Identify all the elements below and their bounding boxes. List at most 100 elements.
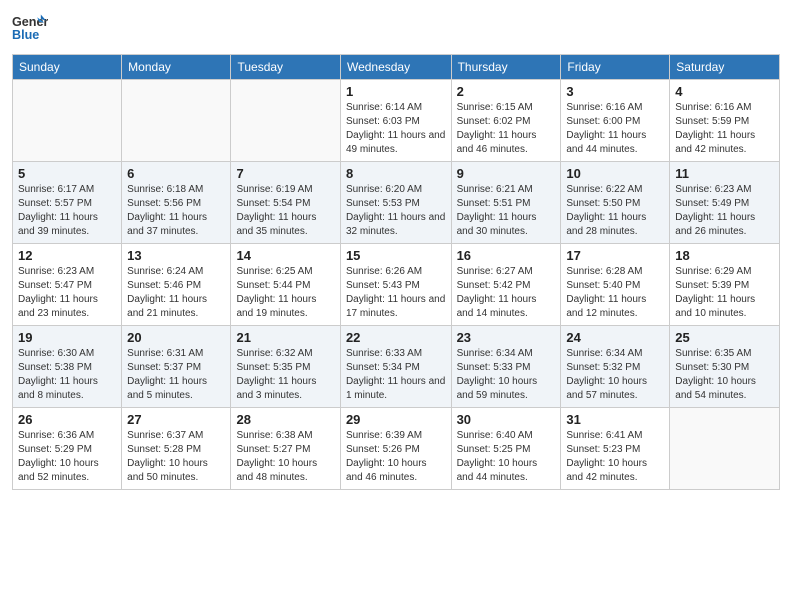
day-number: 24: [566, 330, 664, 345]
calendar-cell: [231, 80, 340, 162]
weekday-header-thursday: Thursday: [451, 55, 561, 80]
page-header: General Blue: [12, 10, 780, 46]
calendar-cell: [122, 80, 231, 162]
day-number: 23: [457, 330, 556, 345]
day-info: Sunrise: 6:27 AMSunset: 5:42 PMDaylight:…: [457, 265, 556, 321]
calendar-cell: 4 Sunrise: 6:16 AMSunset: 5:59 PMDaylight…: [670, 80, 780, 162]
calendar-cell: 19Sunrise: 6:30 AMSunset: 5:38 PMDayligh…: [13, 326, 122, 408]
day-info: Sunrise: 6:36 AMSunset: 5:29 PMDaylight:…: [18, 429, 116, 485]
weekday-header-monday: Monday: [122, 55, 231, 80]
calendar-cell: 14Sunrise: 6:25 AMSunset: 5:44 PMDayligh…: [231, 244, 340, 326]
calendar-cell: 25Sunrise: 6:35 AMSunset: 5:30 PMDayligh…: [670, 326, 780, 408]
logo-icon: General Blue: [12, 10, 48, 46]
calendar-cell: 1 Sunrise: 6:14 AMSunset: 6:03 PMDaylight…: [340, 80, 451, 162]
calendar-cell: 12 Sunrise: 6:23 AMSunset: 5:47 PMDayligh…: [13, 244, 122, 326]
day-info: Sunrise: 6:24 AMSunset: 5:46 PMDaylight:…: [127, 265, 225, 321]
day-number: 10: [566, 166, 664, 181]
day-number: 16: [457, 248, 556, 263]
calendar-cell: 26Sunrise: 6:36 AMSunset: 5:29 PMDayligh…: [13, 408, 122, 490]
day-info: Sunrise: 6:23 AMSunset: 5:49 PMDaylight:…: [675, 183, 774, 239]
calendar-cell: [670, 408, 780, 490]
calendar-cell: 7 Sunrise: 6:19 AMSunset: 5:54 PMDaylight…: [231, 162, 340, 244]
calendar-cell: 21 Sunrise: 6:32 AMSunset: 5:35 PMDayligh…: [231, 326, 340, 408]
day-number: 27: [127, 412, 225, 427]
day-info: Sunrise: 6:19 AMSunset: 5:54 PMDaylight:…: [236, 183, 334, 239]
day-number: 25: [675, 330, 774, 345]
calendar-cell: 17 Sunrise: 6:28 AMSunset: 5:40 PMDayligh…: [561, 244, 670, 326]
calendar-cell: 11 Sunrise: 6:23 AMSunset: 5:49 PMDayligh…: [670, 162, 780, 244]
calendar-cell: 9 Sunrise: 6:21 AMSunset: 5:51 PMDaylight…: [451, 162, 561, 244]
day-info: Sunrise: 6:32 AMSunset: 5:35 PMDaylight:…: [236, 347, 334, 403]
calendar-cell: 22Sunrise: 6:33 AMSunset: 5:34 PMDayligh…: [340, 326, 451, 408]
day-info: Sunrise: 6:17 AMSunset: 5:57 PMDaylight:…: [18, 183, 116, 239]
calendar-cell: 13 Sunrise: 6:24 AMSunset: 5:46 PMDayligh…: [122, 244, 231, 326]
calendar-cell: 20 Sunrise: 6:31 AMSunset: 5:37 PMDayligh…: [122, 326, 231, 408]
weekday-header-tuesday: Tuesday: [231, 55, 340, 80]
day-number: 17: [566, 248, 664, 263]
calendar-cell: 27 Sunrise: 6:37 AMSunset: 5:28 PMDayligh…: [122, 408, 231, 490]
day-info: Sunrise: 6:21 AMSunset: 5:51 PMDaylight:…: [457, 183, 556, 239]
day-number: 15: [346, 248, 446, 263]
page-container: General Blue SundayMondayTuesdayWednesda…: [0, 0, 792, 612]
weekday-header-sunday: Sunday: [13, 55, 122, 80]
day-number: 21: [236, 330, 334, 345]
calendar-cell: 18Sunrise: 6:29 AMSunset: 5:39 PMDayligh…: [670, 244, 780, 326]
day-info: Sunrise: 6:15 AMSunset: 6:02 PMDaylight:…: [457, 101, 556, 157]
calendar-table: SundayMondayTuesdayWednesdayThursdayFrid…: [12, 54, 780, 490]
svg-text:Blue: Blue: [12, 28, 39, 42]
day-number: 18: [675, 248, 774, 263]
calendar-cell: 15 Sunrise: 6:26 AMSunset: 5:43 PMDayligh…: [340, 244, 451, 326]
day-info: Sunrise: 6:25 AMSunset: 5:44 PMDaylight:…: [236, 265, 334, 321]
calendar-cell: 29Sunrise: 6:39 AMSunset: 5:26 PMDayligh…: [340, 408, 451, 490]
day-info: Sunrise: 6:40 AMSunset: 5:25 PMDaylight:…: [457, 429, 556, 485]
calendar-cell: 24 Sunrise: 6:34 AMSunset: 5:32 PMDayligh…: [561, 326, 670, 408]
day-number: 3: [566, 84, 664, 99]
weekday-header-wednesday: Wednesday: [340, 55, 451, 80]
day-info: Sunrise: 6:16 AMSunset: 5:59 PMDaylight:…: [675, 101, 774, 157]
day-number: 31: [566, 412, 664, 427]
day-info: Sunrise: 6:34 AMSunset: 5:32 PMDaylight:…: [566, 347, 664, 403]
day-info: Sunrise: 6:14 AMSunset: 6:03 PMDaylight:…: [346, 101, 446, 157]
day-info: Sunrise: 6:41 AMSunset: 5:23 PMDaylight:…: [566, 429, 664, 485]
logo: General Blue: [12, 10, 52, 46]
day-number: 28: [236, 412, 334, 427]
day-info: Sunrise: 6:34 AMSunset: 5:33 PMDaylight:…: [457, 347, 556, 403]
day-info: Sunrise: 6:20 AMSunset: 5:53 PMDaylight:…: [346, 183, 446, 239]
day-info: Sunrise: 6:23 AMSunset: 5:47 PMDaylight:…: [18, 265, 116, 321]
day-info: Sunrise: 6:18 AMSunset: 5:56 PMDaylight:…: [127, 183, 225, 239]
week-row-4: 19Sunrise: 6:30 AMSunset: 5:38 PMDayligh…: [13, 326, 780, 408]
day-number: 20: [127, 330, 225, 345]
day-info: Sunrise: 6:26 AMSunset: 5:43 PMDaylight:…: [346, 265, 446, 321]
calendar-cell: 23 Sunrise: 6:34 AMSunset: 5:33 PMDayligh…: [451, 326, 561, 408]
calendar-cell: 30Sunrise: 6:40 AMSunset: 5:25 PMDayligh…: [451, 408, 561, 490]
day-number: 1: [346, 84, 446, 99]
day-number: 9: [457, 166, 556, 181]
day-number: 8: [346, 166, 446, 181]
day-number: 4: [675, 84, 774, 99]
day-number: 19: [18, 330, 116, 345]
week-row-5: 26Sunrise: 6:36 AMSunset: 5:29 PMDayligh…: [13, 408, 780, 490]
day-info: Sunrise: 6:31 AMSunset: 5:37 PMDaylight:…: [127, 347, 225, 403]
weekday-header-saturday: Saturday: [670, 55, 780, 80]
day-info: Sunrise: 6:22 AMSunset: 5:50 PMDaylight:…: [566, 183, 664, 239]
day-number: 13: [127, 248, 225, 263]
calendar-cell: 6Sunrise: 6:18 AMSunset: 5:56 PMDaylight…: [122, 162, 231, 244]
day-number: 12: [18, 248, 116, 263]
week-row-2: 5 Sunrise: 6:17 AMSunset: 5:57 PMDaylight…: [13, 162, 780, 244]
day-number: 22: [346, 330, 446, 345]
calendar-cell: 10 Sunrise: 6:22 AMSunset: 5:50 PMDayligh…: [561, 162, 670, 244]
day-info: Sunrise: 6:37 AMSunset: 5:28 PMDaylight:…: [127, 429, 225, 485]
day-number: 11: [675, 166, 774, 181]
calendar-cell: 3 Sunrise: 6:16 AMSunset: 6:00 PMDaylight…: [561, 80, 670, 162]
day-number: 5: [18, 166, 116, 181]
calendar-cell: 2 Sunrise: 6:15 AMSunset: 6:02 PMDaylight…: [451, 80, 561, 162]
calendar-cell: [13, 80, 122, 162]
calendar-cell: 28Sunrise: 6:38 AMSunset: 5:27 PMDayligh…: [231, 408, 340, 490]
day-info: Sunrise: 6:28 AMSunset: 5:40 PMDaylight:…: [566, 265, 664, 321]
day-info: Sunrise: 6:16 AMSunset: 6:00 PMDaylight:…: [566, 101, 664, 157]
day-number: 7: [236, 166, 334, 181]
day-info: Sunrise: 6:39 AMSunset: 5:26 PMDaylight:…: [346, 429, 446, 485]
day-number: 2: [457, 84, 556, 99]
weekday-header-friday: Friday: [561, 55, 670, 80]
calendar-cell: 5 Sunrise: 6:17 AMSunset: 5:57 PMDaylight…: [13, 162, 122, 244]
